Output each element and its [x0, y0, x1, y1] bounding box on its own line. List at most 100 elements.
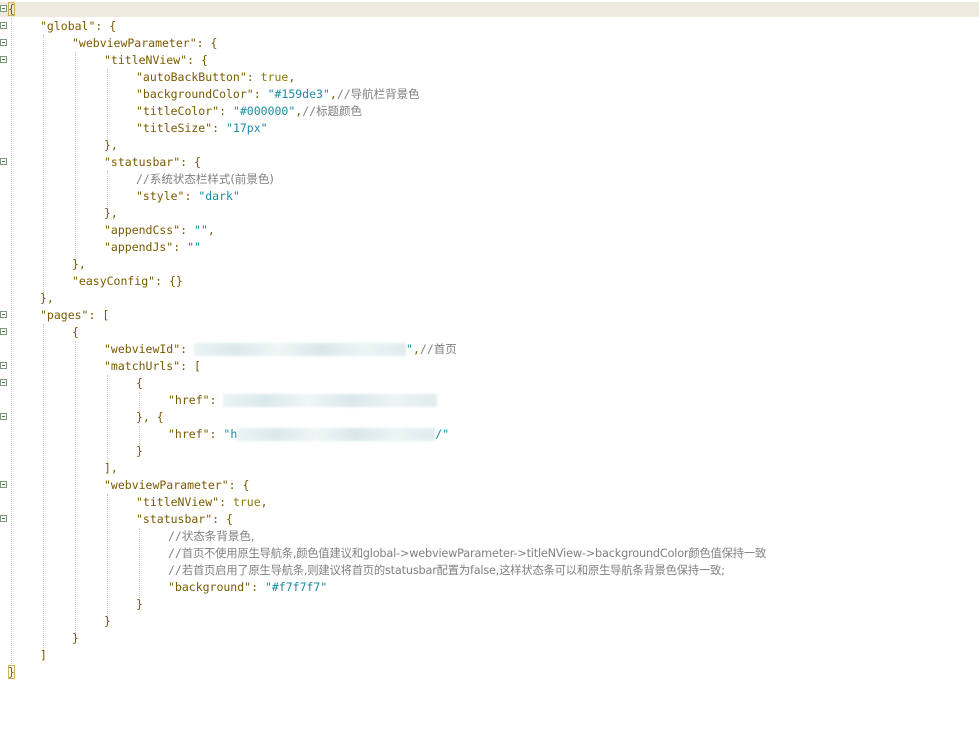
- json-key: "titleNView": [136, 495, 220, 509]
- indent-guide: [75, 52, 76, 262]
- redacted-value: [223, 394, 438, 407]
- code-line: "statusbar": {: [104, 155, 201, 169]
- json-key: "webviewId": [104, 342, 181, 356]
- code-line: "href":: [168, 392, 438, 409]
- indent-guide: [107, 69, 108, 141]
- json-key: "href": [168, 393, 210, 407]
- code-line: }: [136, 444, 143, 458]
- fold-toggle-icon[interactable]: [0, 362, 7, 369]
- json-key: "titleColor": [136, 104, 220, 118]
- json-key: "appendJs": [104, 240, 174, 254]
- code-line: "href": "h/": [168, 427, 450, 441]
- fold-toggle-icon[interactable]: [0, 481, 7, 488]
- code-line: }: [8, 665, 15, 679]
- code-line: "matchUrls": [: [104, 359, 201, 373]
- json-string: "dark": [198, 189, 240, 203]
- json-key: "titleNView": [104, 53, 188, 67]
- json-key: "background": [168, 580, 252, 594]
- json-key: "global": [40, 19, 96, 33]
- code-line: "style": "dark": [136, 189, 240, 203]
- indent-guide: [107, 171, 108, 209]
- code-line: {: [8, 2, 15, 16]
- fold-toggle-icon[interactable]: [0, 328, 7, 335]
- code-editor[interactable]: { "global": { "webviewParameter": { "tit…: [0, 0, 979, 752]
- indent-guide: [107, 494, 108, 620]
- code-line: "appendJs": "": [104, 240, 201, 254]
- code-comment: 系统状态栏样式(前景色): [149, 172, 274, 186]
- indent-guide: [43, 324, 44, 654]
- code-comment: 首页不使用原生导航条,颜色值建议和global->webviewParamete…: [181, 547, 767, 560]
- json-string: "#f7f7f7": [264, 580, 328, 594]
- json-key: "webviewParameter": [72, 36, 197, 50]
- code-line: ],: [104, 461, 118, 475]
- code-line: }, {: [136, 410, 164, 424]
- indent-guide: [75, 341, 76, 637]
- code-comment: 状态条背景色,: [181, 529, 255, 543]
- fold-toggle-icon[interactable]: [0, 158, 7, 165]
- redacted-value: [194, 343, 407, 356]
- fold-gutter: [0, 0, 8, 752]
- code-comment: 导航栏背景色: [350, 87, 420, 101]
- indent-guide: [139, 528, 140, 602]
- code-line: },: [104, 138, 118, 152]
- json-key: "autoBackButton": [136, 70, 247, 84]
- json-key: "titleSize": [136, 121, 213, 135]
- json-boolean: true: [232, 495, 261, 509]
- code-line: "statusbar": {: [136, 512, 233, 526]
- code-line: },: [104, 206, 118, 220]
- code-line: "webviewParameter": {: [104, 478, 250, 492]
- json-key: "backgroundColor": [136, 87, 254, 101]
- code-line: {: [72, 325, 79, 339]
- json-key: "statusbar": [104, 155, 181, 169]
- json-boolean: true: [260, 70, 289, 84]
- code-line: //系统状态栏样式(前景色): [136, 172, 274, 186]
- fold-toggle-icon[interactable]: [0, 22, 7, 29]
- code-line: {: [136, 376, 143, 390]
- code-line: "pages": [: [40, 308, 110, 322]
- indent-guide: [43, 35, 44, 297]
- code-line: ]: [40, 648, 47, 662]
- redacted-value: [237, 428, 436, 441]
- code-line: }: [136, 597, 143, 611]
- fold-toggle-icon[interactable]: [0, 413, 7, 420]
- fold-toggle-icon[interactable]: [0, 5, 7, 12]
- json-key: "matchUrls": [104, 359, 181, 373]
- indent-guide: [107, 375, 108, 465]
- code-comment: 首页: [433, 342, 457, 356]
- fold-toggle-icon[interactable]: [0, 311, 7, 318]
- indent-guide: [11, 18, 12, 664]
- code-line: }: [72, 631, 79, 645]
- code-line: "backgroundColor": "#159de3",//导航栏背景色: [136, 87, 420, 101]
- code-line: }: [104, 614, 111, 628]
- json-string: "#159de3": [267, 87, 330, 101]
- code-line: "titleNView": true,: [136, 495, 268, 509]
- code-line: //状态条背景色,: [168, 529, 255, 543]
- code-line: "easyConfig": {}: [72, 274, 183, 288]
- code-line: "titleNView": {: [104, 53, 208, 67]
- json-key: "appendCss": [104, 223, 181, 237]
- json-string: /": [435, 427, 450, 441]
- json-string: "#000000": [232, 104, 296, 118]
- json-string: "": [194, 223, 208, 237]
- code-line: "webviewParameter": {: [72, 36, 218, 50]
- json-key: "easyConfig": [72, 274, 156, 288]
- fold-toggle-icon[interactable]: [0, 56, 7, 63]
- json-key: "webviewParameter": [104, 478, 229, 492]
- json-string: ": [406, 342, 413, 356]
- code-line: "titleColor": "#000000",//标题颜色: [136, 104, 363, 118]
- json-string: "17px": [226, 121, 268, 135]
- code-line: "appendCss": "",: [104, 223, 215, 237]
- code-line: //若首页启用了原生导航条,则建议将首页的statusbar配置为false,这…: [168, 563, 725, 577]
- code-line: //首页不使用原生导航条,颜色值建议和global->webviewParame…: [168, 546, 767, 560]
- json-key: "statusbar": [136, 512, 213, 526]
- current-line-highlight: [0, 2, 979, 17]
- json-key: "pages": [40, 308, 89, 322]
- code-line: "global": {: [40, 19, 117, 33]
- fold-toggle-icon[interactable]: [0, 379, 7, 386]
- json-object: {}: [168, 274, 183, 288]
- fold-toggle-icon[interactable]: [0, 39, 7, 46]
- code-line: "background": "#f7f7f7": [168, 580, 328, 594]
- code-line: "titleSize": "17px": [136, 121, 268, 135]
- fold-toggle-icon[interactable]: [0, 515, 7, 522]
- code-line: },: [40, 291, 54, 305]
